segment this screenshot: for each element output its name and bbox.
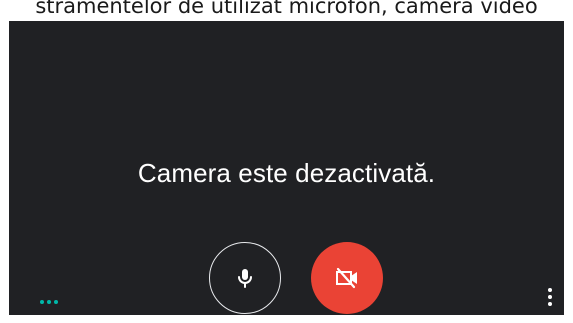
camera-off-message: Camera este dezactivată.	[137, 158, 436, 188]
instruction-text: stramentelor de utilizat microfon, camer…	[35, 0, 538, 18]
camera-off-icon	[336, 267, 357, 289]
camera-preview: Camera este dezactivată.	[9, 21, 564, 315]
microphone-icon	[238, 269, 252, 288]
more-vert-icon	[548, 288, 552, 292]
loading-dots-icon	[40, 296, 58, 308]
camera-toggle-button[interactable]	[311, 242, 383, 314]
microphone-button[interactable]	[209, 242, 281, 314]
more-options-button[interactable]	[542, 285, 558, 309]
